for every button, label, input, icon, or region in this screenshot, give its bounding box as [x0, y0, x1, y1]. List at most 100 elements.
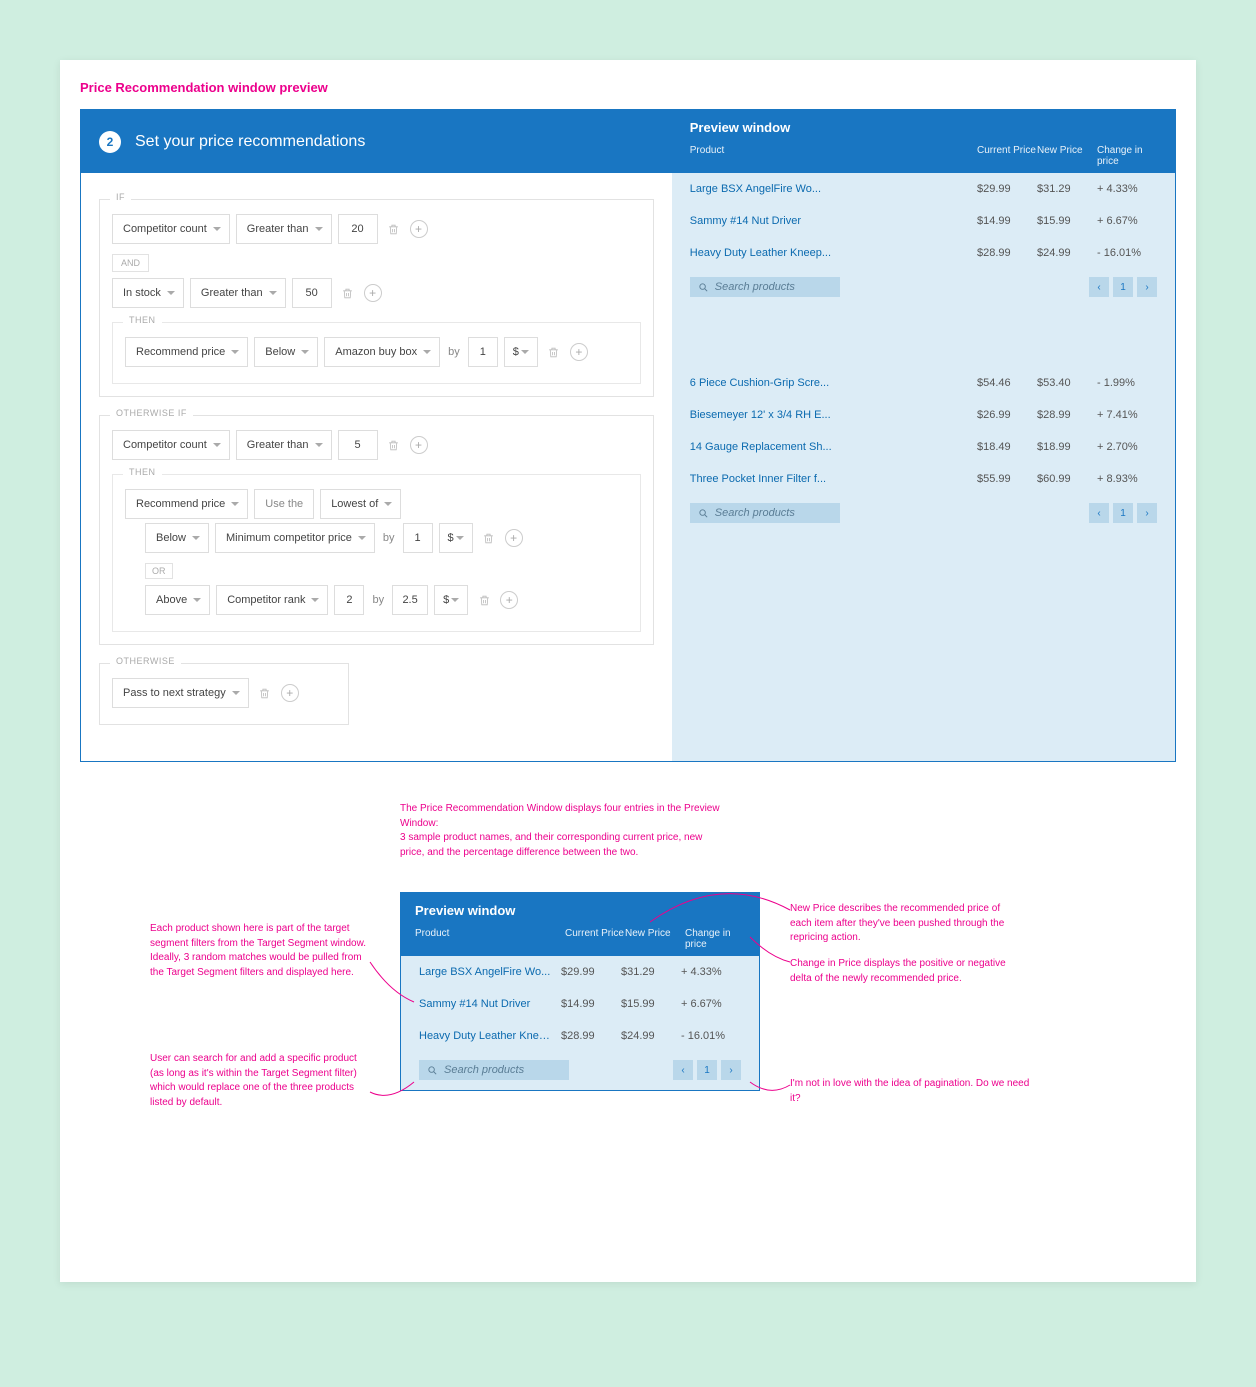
operator-select[interactable]: Greater than [236, 214, 332, 244]
preview-row: Sammy #14 Nut Driver$14.99$15.99+ 6.67% [401, 988, 759, 1020]
plus-icon[interactable]: + [281, 684, 299, 702]
operator-select[interactable]: Greater than [236, 430, 332, 460]
pagination: ‹ 1 › [1089, 503, 1157, 523]
annotation-pagination: I'm not in love with the idea of paginat… [790, 1077, 1030, 1106]
panel-body: IF Competitor count Greater than + AND I… [81, 173, 1175, 761]
annotation-change: Change in Price displays the positive or… [790, 957, 1010, 986]
current-price: $29.99 [977, 183, 1037, 195]
current-price: $28.99 [561, 1030, 621, 1042]
plus-icon[interactable]: + [410, 220, 428, 238]
trash-icon[interactable] [544, 342, 564, 362]
plus-icon[interactable]: + [505, 529, 523, 547]
if-block: IF Competitor count Greater than + AND I… [99, 199, 654, 397]
otherwise-if-block: OTHERWISE IF Competitor count Greater th… [99, 415, 654, 645]
trash-icon[interactable] [384, 435, 404, 455]
product-link[interactable]: Large BSX AngelFire Wo... [690, 183, 977, 195]
field-select[interactable]: Competitor count [112, 430, 230, 460]
preview-header: Preview window Product Current Price New… [672, 110, 1175, 173]
product-link[interactable]: Biesemeyer 12' x 3/4 RH E... [690, 409, 977, 421]
preview-row: Large BSX AngelFire Wo...$29.99$31.29+ 4… [672, 173, 1175, 205]
next-page-button[interactable]: › [1137, 503, 1157, 523]
search-input[interactable]: Search products [419, 1060, 569, 1080]
page-number[interactable]: 1 [1113, 503, 1133, 523]
change-in-price: + 6.67% [1097, 215, 1157, 227]
step-badge: 2 [99, 131, 121, 153]
value-input[interactable] [338, 430, 378, 460]
reference-select[interactable]: Amazon buy box [324, 337, 440, 367]
panel-header-left: 2 Set your price recommendations [81, 110, 672, 173]
next-page-button[interactable]: › [1137, 277, 1157, 297]
product-link[interactable]: Heavy Duty Leather Kneep... [690, 247, 977, 259]
panel-header: 2 Set your price recommendations Preview… [81, 110, 1175, 173]
prev-page-button[interactable]: ‹ [1089, 277, 1109, 297]
search-input[interactable]: Search products [690, 277, 840, 297]
value-input[interactable] [338, 214, 378, 244]
product-link[interactable]: Large BSX AngelFire Wo... [419, 966, 561, 978]
unit-select[interactable]: $ [434, 585, 468, 615]
direction-select[interactable]: Above [145, 585, 210, 615]
preview-row: Large BSX AngelFire Wo...$29.99$31.29+ 4… [401, 956, 759, 988]
col-header-new-price: New Price [1037, 145, 1097, 167]
then-legend: THEN [123, 315, 162, 325]
product-link[interactable]: Three Pocket Inner Filter f... [690, 473, 977, 485]
prev-page-button[interactable]: ‹ [673, 1060, 693, 1080]
trash-icon[interactable] [338, 283, 358, 303]
direction-select[interactable]: Below [254, 337, 318, 367]
current-price: $54.46 [977, 377, 1037, 389]
page-number[interactable]: 1 [697, 1060, 717, 1080]
page-number[interactable]: 1 [1113, 277, 1133, 297]
action-row: Pass to next strategy + [112, 678, 336, 708]
aggregate-select[interactable]: Lowest of [320, 489, 401, 519]
search-icon [427, 1065, 438, 1076]
col-header-product: Product [690, 145, 977, 167]
trash-icon[interactable] [384, 219, 404, 239]
product-link[interactable]: Sammy #14 Nut Driver [419, 998, 561, 1010]
product-link[interactable]: 14 Gauge Replacement Sh... [690, 441, 977, 453]
mini-preview-body: Large BSX AngelFire Wo...$29.99$31.29+ 4… [401, 956, 759, 1090]
rank-input[interactable] [334, 585, 364, 615]
current-price: $28.99 [977, 247, 1037, 259]
action-select[interactable]: Recommend price [125, 489, 248, 519]
otherwise-legend: OTHERWISE [110, 656, 181, 666]
trash-icon[interactable] [474, 590, 494, 610]
plus-icon[interactable]: + [364, 284, 382, 302]
new-price: $60.99 [1037, 473, 1097, 485]
reference-select[interactable]: Competitor rank [216, 585, 328, 615]
then-legend: THEN [123, 467, 162, 477]
plus-icon[interactable]: + [500, 591, 518, 609]
product-link[interactable]: Heavy Duty Leather Kneep... [419, 1030, 561, 1042]
product-link[interactable]: 6 Piece Cushion-Grip Scre... [690, 377, 977, 389]
amount-input[interactable] [403, 523, 433, 553]
col-header-change: Change in price [1097, 145, 1157, 167]
field-select[interactable]: In stock [112, 278, 184, 308]
unit-select[interactable]: $ [439, 523, 473, 553]
plus-icon[interactable]: + [570, 343, 588, 361]
product-link[interactable]: Sammy #14 Nut Driver [690, 215, 977, 227]
operator-select[interactable]: Greater than [190, 278, 286, 308]
unit-select[interactable]: $ [504, 337, 538, 367]
action-select[interactable]: Recommend price [125, 337, 248, 367]
trash-icon[interactable] [255, 683, 275, 703]
by-label: by [381, 532, 397, 544]
condition-row: Competitor count Greater than + [112, 214, 641, 244]
and-pill: AND [112, 254, 149, 272]
search-input[interactable]: Search products [690, 503, 840, 523]
fallback-select[interactable]: Pass to next strategy [112, 678, 249, 708]
preview-footer: Search products ‹ 1 › [672, 495, 1175, 533]
then-block: THEN Recommend price Use the Lowest of B… [112, 474, 641, 632]
trash-icon[interactable] [479, 528, 499, 548]
direction-select[interactable]: Below [145, 523, 209, 553]
field-select[interactable]: Competitor count [112, 214, 230, 244]
if-legend: IF [110, 192, 131, 202]
amount-input[interactable] [392, 585, 428, 615]
preview-window-heading: Preview window [690, 120, 1157, 135]
col-header-current-price: Current Price [565, 928, 625, 950]
prev-page-button[interactable]: ‹ [1089, 503, 1109, 523]
reference-select[interactable]: Minimum competitor price [215, 523, 375, 553]
amount-input[interactable] [468, 337, 498, 367]
panel-title: Set your price recommendations [135, 133, 365, 151]
plus-icon[interactable]: + [410, 436, 428, 454]
next-page-button[interactable]: › [721, 1060, 741, 1080]
new-price: $24.99 [1037, 247, 1097, 259]
value-input[interactable] [292, 278, 332, 308]
